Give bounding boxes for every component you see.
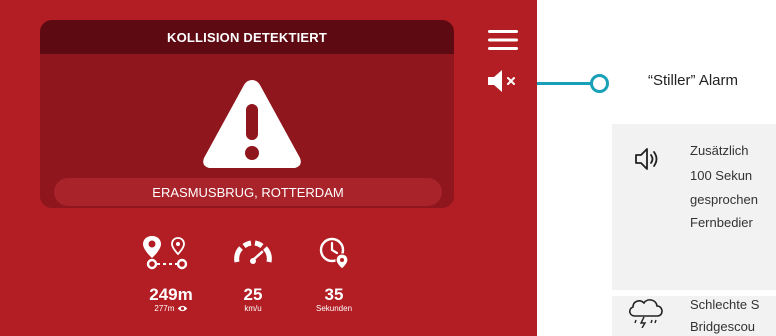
distance-stat: 249m 277m: [136, 286, 206, 314]
route-pins-icon: [143, 236, 188, 270]
speed-unit: km/u: [244, 304, 262, 313]
time-stat: 35 Sekunden: [304, 286, 364, 314]
callout-line: [537, 82, 595, 85]
callout-label: “Stiller” Alarm: [648, 72, 739, 89]
app-panel: KOLLISION DETEKTIERT ERASMUSBRUG, ROTTER…: [0, 0, 537, 336]
eye-icon: [177, 306, 187, 312]
info-weather-line-2: Bridgescou: [690, 319, 756, 334]
collision-alert-card: KOLLISION DETEKTIERT ERASMUSBRUG, ROTTER…: [40, 20, 454, 208]
info-voice-line-3: gesprochen: [690, 192, 758, 207]
clock-pin-icon: [319, 237, 349, 270]
speaker-icon: [635, 148, 658, 170]
callout-dot: [590, 74, 609, 93]
distance-sub-value: 277m: [154, 304, 175, 313]
info-box-voice: Zusätzlich 100 Sekun gesprochen Fernbedi…: [612, 124, 776, 290]
alert-title: KOLLISION DETEKTIERT: [40, 20, 454, 54]
info-box-weather: Schlechte S Bridgescou: [612, 296, 776, 336]
info-voice-line-2: 100 Sekun: [690, 168, 753, 183]
alert-location: ERASMUSBRUG, ROTTERDAM: [54, 178, 442, 206]
speaker-muted-icon[interactable]: [486, 68, 522, 94]
speed-stat: 25 km/u: [228, 286, 278, 314]
speedometer-icon: [234, 240, 272, 264]
info-weather-line-1: Schlechte S: [690, 297, 760, 312]
storm-cloud-icon: [629, 299, 663, 328]
info-voice-line-4: Fernbedier: [690, 215, 753, 230]
hamburger-menu-icon[interactable]: [488, 28, 518, 52]
info-voice-line-1: Zusätzlich: [690, 143, 749, 158]
speed-value: 25: [243, 285, 263, 304]
distance-value: 249m: [149, 285, 193, 304]
time-unit: Sekunden: [315, 304, 353, 313]
time-value: 35: [324, 285, 344, 304]
warning-triangle-icon: [203, 80, 301, 168]
